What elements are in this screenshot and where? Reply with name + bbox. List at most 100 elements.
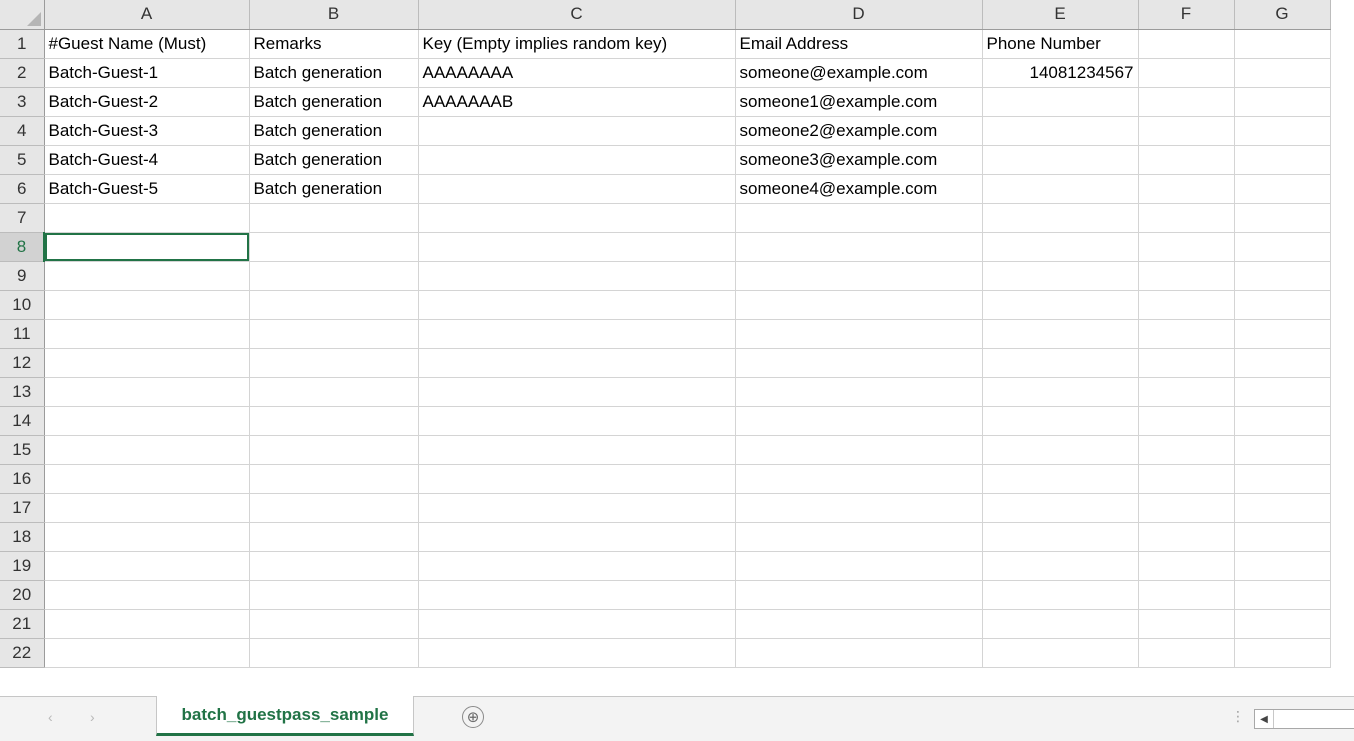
cell-d20[interactable] <box>735 580 983 610</box>
cell-b18[interactable] <box>249 522 419 552</box>
cell-b4[interactable]: Batch generation <box>249 116 419 146</box>
cell-c20[interactable] <box>418 580 736 610</box>
cell-c22[interactable] <box>418 638 736 668</box>
cell-d21[interactable] <box>735 609 983 639</box>
cell-a17[interactable] <box>44 493 250 523</box>
cell-c8[interactable] <box>418 232 736 262</box>
row-header[interactable]: 13 <box>0 377 45 407</box>
cell-a15[interactable] <box>44 435 250 465</box>
cell-f16[interactable] <box>1138 464 1235 494</box>
cell-b13[interactable] <box>249 377 419 407</box>
column-header-b[interactable]: B <box>249 0 419 30</box>
cell-d10[interactable] <box>735 290 983 320</box>
row-header[interactable]: 11 <box>0 319 45 349</box>
cell-b5[interactable]: Batch generation <box>249 145 419 175</box>
cell-c2[interactable]: AAAAAAAA <box>418 58 736 88</box>
cell-b2[interactable]: Batch generation <box>249 58 419 88</box>
cell-g15[interactable] <box>1234 435 1331 465</box>
cell-g7[interactable] <box>1234 203 1331 233</box>
cell-f3[interactable] <box>1138 87 1235 117</box>
cell-f7[interactable] <box>1138 203 1235 233</box>
cell-c6[interactable] <box>418 174 736 204</box>
cell-g19[interactable] <box>1234 551 1331 581</box>
cell-a12[interactable] <box>44 348 250 378</box>
cell-a18[interactable] <box>44 522 250 552</box>
cell-f4[interactable] <box>1138 116 1235 146</box>
cell-g20[interactable] <box>1234 580 1331 610</box>
cell-e18[interactable] <box>982 522 1139 552</box>
cell-c10[interactable] <box>418 290 736 320</box>
cell-c12[interactable] <box>418 348 736 378</box>
column-header-f[interactable]: F <box>1138 0 1235 30</box>
cell-c4[interactable] <box>418 116 736 146</box>
scroll-left-icon[interactable]: ◀ <box>1255 710 1274 728</box>
column-header-g[interactable]: G <box>1234 0 1331 30</box>
cell-a19[interactable] <box>44 551 250 581</box>
row-header[interactable]: 5 <box>0 145 45 175</box>
row-header[interactable]: 7 <box>0 203 45 233</box>
cell-b17[interactable] <box>249 493 419 523</box>
row-header[interactable]: 17 <box>0 493 45 523</box>
cell-a7[interactable] <box>44 203 250 233</box>
cell-b10[interactable] <box>249 290 419 320</box>
cell-b20[interactable] <box>249 580 419 610</box>
cell-g16[interactable] <box>1234 464 1331 494</box>
cell-d22[interactable] <box>735 638 983 668</box>
tab-split-handle-icon[interactable]: ⋮ <box>1231 708 1245 725</box>
cell-d8[interactable] <box>735 232 983 262</box>
cell-e6[interactable] <box>982 174 1139 204</box>
cell-f8[interactable] <box>1138 232 1235 262</box>
cell-f22[interactable] <box>1138 638 1235 668</box>
cell-c18[interactable] <box>418 522 736 552</box>
row-header[interactable]: 21 <box>0 609 45 639</box>
cell-b14[interactable] <box>249 406 419 436</box>
cell-d6[interactable]: someone4@example.com <box>735 174 983 204</box>
cell-d1[interactable]: Email Address <box>735 29 983 59</box>
cell-b12[interactable] <box>249 348 419 378</box>
cell-c14[interactable] <box>418 406 736 436</box>
add-sheet-button[interactable]: ⊕ <box>462 706 484 728</box>
cell-e4[interactable] <box>982 116 1139 146</box>
cell-e2[interactable]: 14081234567 <box>982 58 1139 88</box>
row-header[interactable]: 8 <box>0 232 45 262</box>
cell-f18[interactable] <box>1138 522 1235 552</box>
cell-e15[interactable] <box>982 435 1139 465</box>
cell-b16[interactable] <box>249 464 419 494</box>
cell-g17[interactable] <box>1234 493 1331 523</box>
cell-b7[interactable] <box>249 203 419 233</box>
cell-b19[interactable] <box>249 551 419 581</box>
cell-d18[interactable] <box>735 522 983 552</box>
cell-a9[interactable] <box>44 261 250 291</box>
row-header[interactable]: 22 <box>0 638 45 668</box>
cell-d7[interactable] <box>735 203 983 233</box>
cell-d19[interactable] <box>735 551 983 581</box>
cell-b3[interactable]: Batch generation <box>249 87 419 117</box>
cell-d13[interactable] <box>735 377 983 407</box>
cell-e16[interactable] <box>982 464 1139 494</box>
row-header[interactable]: 4 <box>0 116 45 146</box>
row-header[interactable]: 3 <box>0 87 45 117</box>
cell-b11[interactable] <box>249 319 419 349</box>
row-header[interactable]: 20 <box>0 580 45 610</box>
cell-a4[interactable]: Batch-Guest-3 <box>44 116 250 146</box>
cell-a13[interactable] <box>44 377 250 407</box>
cell-c19[interactable] <box>418 551 736 581</box>
cell-d16[interactable] <box>735 464 983 494</box>
cell-b8[interactable] <box>249 232 419 262</box>
cell-a3[interactable]: Batch-Guest-2 <box>44 87 250 117</box>
cell-e11[interactable] <box>982 319 1139 349</box>
cell-d5[interactable]: someone3@example.com <box>735 145 983 175</box>
cell-a16[interactable] <box>44 464 250 494</box>
cell-e12[interactable] <box>982 348 1139 378</box>
cell-c13[interactable] <box>418 377 736 407</box>
cell-d17[interactable] <box>735 493 983 523</box>
cell-a8[interactable] <box>44 232 250 262</box>
cell-c16[interactable] <box>418 464 736 494</box>
cell-f11[interactable] <box>1138 319 1235 349</box>
cell-d11[interactable] <box>735 319 983 349</box>
cell-f19[interactable] <box>1138 551 1235 581</box>
cell-f13[interactable] <box>1138 377 1235 407</box>
row-header[interactable]: 10 <box>0 290 45 320</box>
cell-b21[interactable] <box>249 609 419 639</box>
cell-d2[interactable]: someone@example.com <box>735 58 983 88</box>
